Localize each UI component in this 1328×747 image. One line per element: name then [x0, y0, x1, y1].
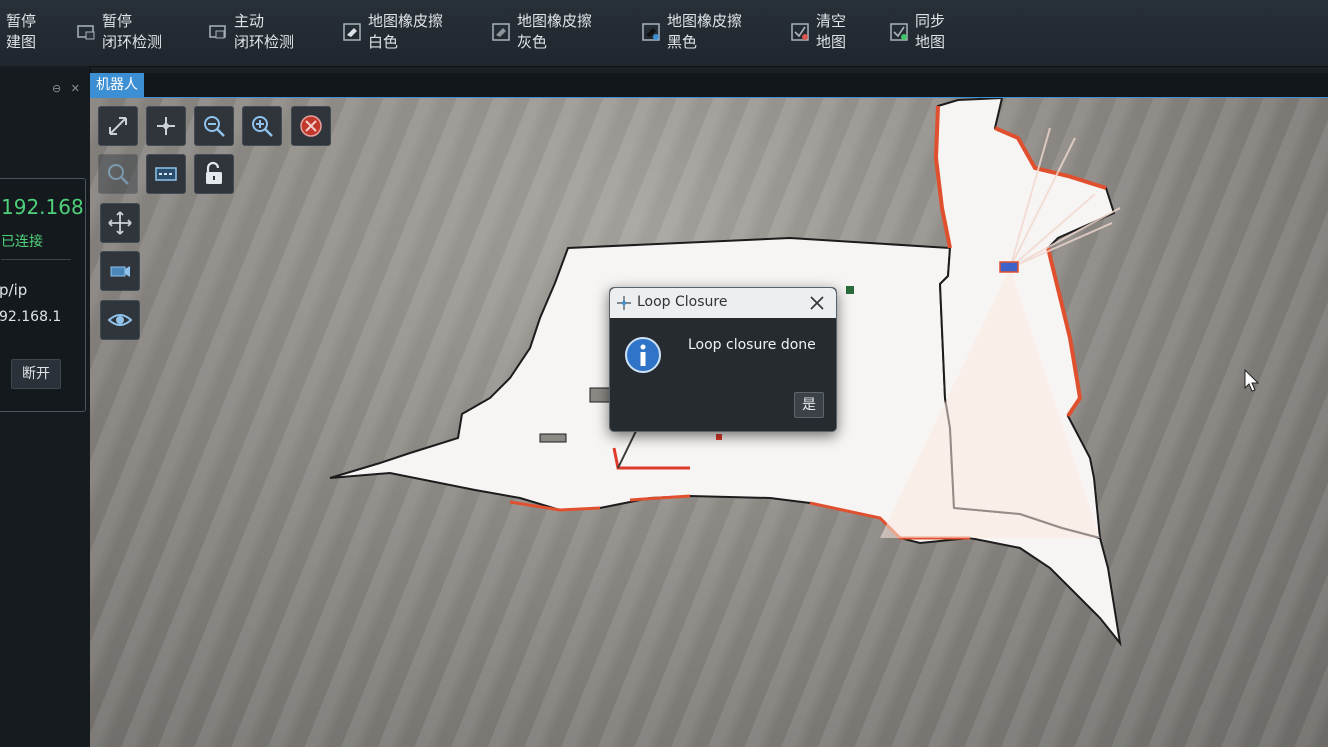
active-loop-detect-button[interactable]: 主动 闭环检测	[208, 2, 294, 62]
tab-bar: 机器人	[90, 73, 1328, 99]
robot-layer-icon	[155, 167, 177, 181]
clear-map-button[interactable]: 清空 地图	[790, 2, 846, 62]
eraser-white-button[interactable]: 地图橡皮擦 白色	[342, 2, 443, 62]
eraser-black-label: 地图橡皮擦 黑色	[667, 12, 743, 51]
clear-map-label: 清空 地图	[816, 12, 847, 51]
eraser-black-icon	[642, 23, 660, 41]
eraser-white-icon	[343, 23, 361, 41]
zoom-in-button[interactable]	[242, 106, 282, 146]
zoom-out-button[interactable]	[194, 106, 234, 146]
center-button[interactable]	[146, 106, 186, 146]
eraser-white-label: 地图橡皮擦 白色	[368, 12, 444, 51]
robot-layer-button[interactable]	[146, 154, 186, 194]
eraser-black-button[interactable]: 地图橡皮擦 黑色	[641, 2, 742, 62]
sync-map-button[interactable]: 同步 地图	[889, 2, 945, 62]
map-obstacle	[846, 286, 854, 294]
camera-button[interactable]	[100, 251, 140, 291]
clear-map-icon	[791, 23, 809, 41]
zoom-in-icon	[252, 116, 273, 137]
ip-value-secondary: 92.168.1	[0, 309, 62, 325]
camera-icon	[110, 266, 130, 277]
move-icon	[108, 211, 132, 235]
zoom-out-icon	[204, 116, 225, 137]
pause-loop-detect-button[interactable]: 暂停 闭环检测	[76, 2, 162, 62]
eye-icon	[107, 314, 133, 326]
panel-controls[interactable]: ⊖ ✕	[52, 82, 83, 95]
unlock-icon	[206, 161, 222, 184]
connection-box: 192.168 已连接 p/ip 92.168.1 断开	[0, 178, 86, 412]
map-obstacle	[539, 433, 567, 443]
left-panel: ⊖ ✕ 192.168 已连接 p/ip 92.168.1 断开	[0, 66, 91, 747]
robot-marker	[999, 261, 1019, 273]
disconnect-button[interactable]: 断开	[11, 359, 61, 389]
dialog-titlebar[interactable]: Loop Closure	[610, 288, 836, 318]
zoom-disabled-icon	[108, 164, 129, 185]
pause-loop-detect-label: 暂停 闭环检测	[102, 12, 163, 51]
sync-map-icon	[890, 23, 908, 41]
top-toolbar: 暂停 建图 暂停 闭环检测 主动 闭环检测 地图橡皮擦 白色 地图橡皮擦 灰色	[0, 0, 1328, 67]
eraser-gray-button[interactable]: 地图橡皮擦 灰色	[491, 2, 592, 62]
close-icon[interactable]	[806, 292, 828, 314]
pause-loop-icon	[77, 25, 95, 40]
fit-view-button[interactable]	[98, 106, 138, 146]
divider	[1, 259, 71, 260]
map-obstacle	[716, 434, 722, 440]
move-button[interactable]	[100, 203, 140, 243]
unlock-button[interactable]	[194, 154, 234, 194]
eraser-gray-label: 地图橡皮擦 灰色	[517, 12, 593, 51]
active-loop-detect-label: 主动 闭环检测	[234, 12, 295, 51]
fit-view-icon	[109, 117, 127, 135]
cancel-icon	[300, 115, 322, 137]
cancel-button[interactable]	[291, 106, 331, 146]
dialog-app-icon	[617, 296, 631, 310]
yes-button[interactable]: 是	[794, 392, 824, 418]
active-loop-icon	[209, 25, 226, 39]
ip-label: p/ip	[0, 281, 28, 299]
connection-status: 已连接	[1, 234, 43, 250]
mouse-cursor-icon	[1244, 369, 1260, 392]
eraser-gray-icon	[492, 23, 510, 41]
pause-mapping-label: 暂停 建图	[6, 12, 37, 51]
center-icon	[157, 117, 175, 135]
eye-button[interactable]	[100, 300, 140, 340]
zoom-disabled-button[interactable]	[98, 154, 138, 194]
dialog-message: Loop closure done	[688, 337, 816, 353]
info-icon	[625, 337, 661, 373]
sync-map-label: 同步 地图	[915, 12, 946, 51]
ip-value: 192.168	[1, 195, 84, 219]
loop-closure-dialog: Loop Closure Loop closure done 是	[609, 287, 837, 432]
pause-mapping-button[interactable]: 暂停 建图	[6, 2, 36, 62]
dialog-title: Loop Closure	[637, 294, 728, 310]
tab-robot[interactable]: 机器人	[90, 73, 144, 97]
